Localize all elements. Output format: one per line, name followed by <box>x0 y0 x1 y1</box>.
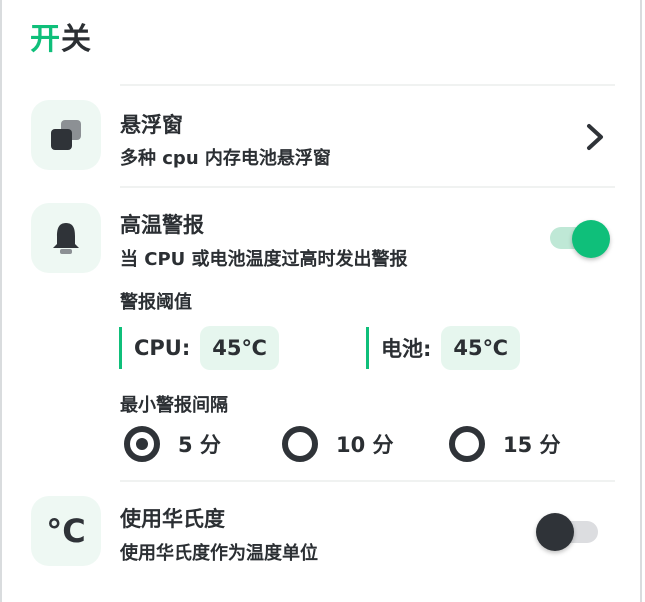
bell-icon-tile <box>31 203 101 273</box>
interval-option-label: 15 分 <box>503 433 561 457</box>
floating-window-icon-tile <box>31 100 101 170</box>
interval-label: 最小警报间隔 <box>120 395 228 416</box>
celsius-icon: °C <box>46 512 86 550</box>
interval-option-10[interactable]: 10 分 <box>282 426 394 462</box>
cpu-threshold-label: CPU: <box>134 336 191 360</box>
battery-threshold-value[interactable]: 45℃ <box>441 326 521 370</box>
fahrenheit-subtitle: 使用华氏度作为温度单位 <box>120 543 318 564</box>
cpu-threshold-bar <box>119 327 122 369</box>
floating-window-icon <box>51 120 81 150</box>
high-temp-alert-title: 高温警报 <box>120 213 204 237</box>
divider <box>120 480 615 482</box>
battery-threshold: 电池: 45℃ <box>366 326 521 370</box>
floating-window-title: 悬浮窗 <box>120 113 183 137</box>
interval-option-label: 5 分 <box>178 433 221 457</box>
cpu-threshold-value[interactable]: 45℃ <box>200 326 279 370</box>
section-title: 开关 <box>30 14 92 58</box>
cpu-threshold: CPU: 45℃ <box>119 326 279 370</box>
divider <box>120 186 615 188</box>
radio-unselected-icon <box>282 426 318 462</box>
interval-option-5[interactable]: 5 分 <box>124 426 221 462</box>
high-temp-alert-toggle[interactable] <box>550 218 612 260</box>
toggle-thumb <box>536 513 574 551</box>
fahrenheit-title: 使用华氏度 <box>120 507 225 531</box>
chevron-right-icon[interactable] <box>584 122 608 152</box>
threshold-label: 警报阈值 <box>120 292 192 313</box>
window-right-border <box>640 0 642 602</box>
celsius-icon-tile: °C <box>31 496 101 566</box>
window-left-border <box>0 0 2 602</box>
divider <box>120 84 615 86</box>
battery-threshold-bar <box>366 327 369 369</box>
fahrenheit-toggle[interactable] <box>536 512 598 552</box>
section-title-accent: 开 <box>30 22 61 57</box>
high-temp-alert-subtitle: 当 CPU 或电池温度过高时发出警报 <box>120 249 408 270</box>
bell-icon <box>53 223 79 254</box>
toggle-thumb <box>572 220 610 258</box>
floating-window-subtitle: 多种 cpu 内存电池悬浮窗 <box>120 148 331 169</box>
battery-threshold-label: 电池: <box>381 337 432 361</box>
radio-unselected-icon <box>449 426 485 462</box>
radio-dot <box>136 438 148 450</box>
interval-option-15[interactable]: 15 分 <box>449 426 561 462</box>
interval-option-label: 10 分 <box>336 433 394 457</box>
section-title-rest: 关 <box>61 22 92 57</box>
radio-selected-icon <box>124 426 160 462</box>
